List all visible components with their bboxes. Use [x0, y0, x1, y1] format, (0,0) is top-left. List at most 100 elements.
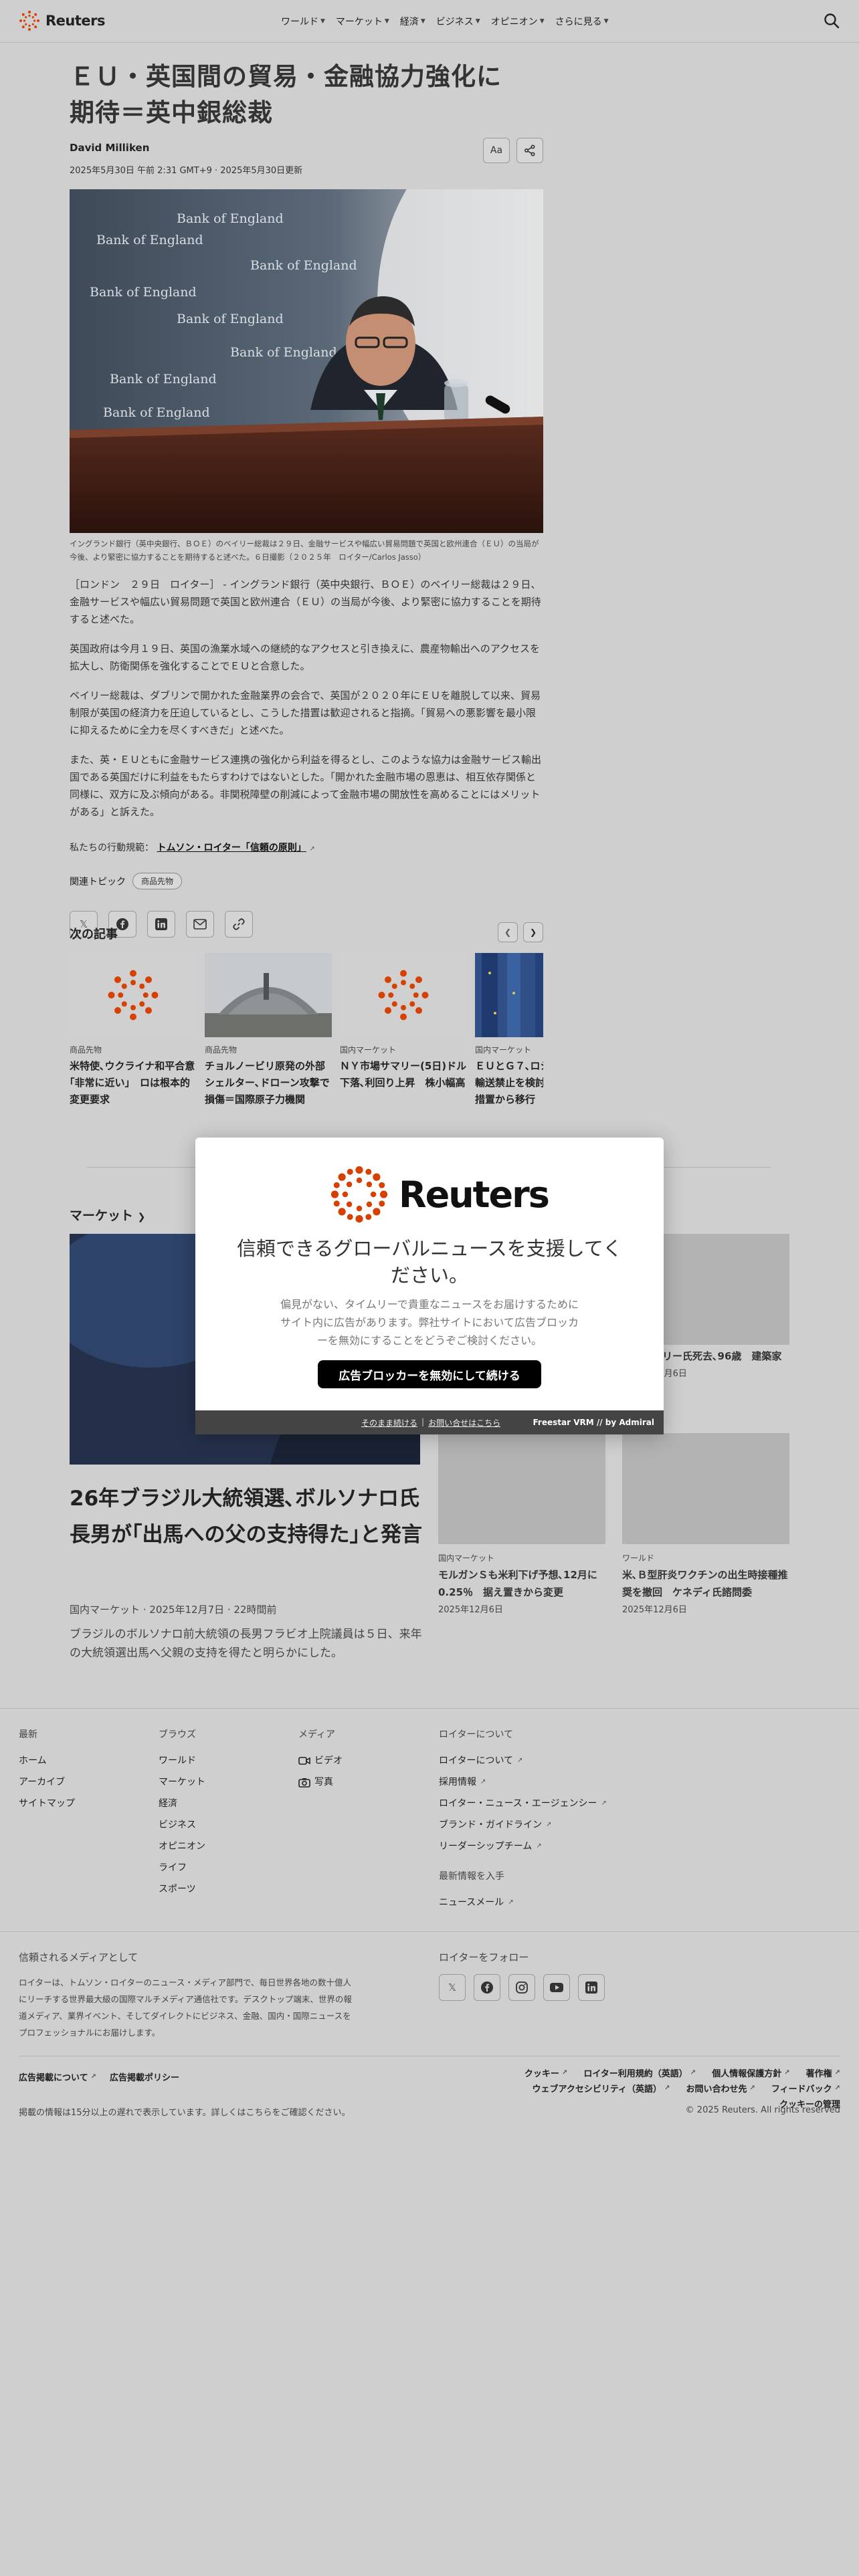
headline-line: 期待＝英中銀総裁: [70, 98, 273, 127]
follow-youtube-button[interactable]: [543, 1974, 570, 2001]
banner-text: Bank of England: [230, 345, 337, 360]
nav-more[interactable]: さらに見る ▼: [555, 15, 609, 28]
nav-label: ワールド: [281, 17, 318, 27]
legal-link[interactable]: 広告掲載について ↗: [19, 2070, 96, 2083]
external-link-icon: ↗: [561, 2069, 568, 2076]
footer-link[interactable]: マーケット: [159, 1772, 205, 1793]
disable-adblock-button[interactable]: 広告ブロッカーを無効にして続ける: [318, 1360, 541, 1388]
footer-link[interactable]: オピニオン: [159, 1836, 205, 1857]
next-article-card[interactable]: 商品先物 チョルノービリ原発の外部シェルター､ドローン攻撃で損傷＝国際原子力機関: [205, 953, 332, 1120]
next-article-card[interactable]: 国内マーケット ＥＵとＧ７､ロシア産原油上輸送禁止を検討 価格上限措置から移行: [475, 953, 543, 1120]
footer-link[interactable]: 経済: [159, 1793, 205, 1814]
follow-instagram-button[interactable]: [508, 1974, 535, 2001]
external-link-icon: ↗: [749, 2084, 755, 2092]
external-link-icon: ↗: [664, 2084, 670, 2092]
modal-logo-text: Reuters: [399, 1173, 550, 1216]
side-story-card[interactable]: 国内マーケット モルガンＳも米利下げ予想､12月に0.25％ 据え置きから変更 …: [438, 1433, 605, 1615]
lead-story-title[interactable]: 26年ブラジル大統領選､ボルソナロ氏長男が｢出馬への父の支持得た｣と発言: [70, 1481, 424, 1553]
newsletter-link[interactable]: ニュースメール ↗: [439, 1892, 607, 1913]
contact-link[interactable]: お問い合せはこちら: [428, 1417, 500, 1428]
legal-link[interactable]: フィードバック ↗: [771, 2082, 840, 2095]
footer-link[interactable]: ブランド・ガイドライン ↗: [439, 1814, 607, 1836]
footer-link[interactable]: アーカイブ: [19, 1772, 75, 1793]
footer-link-label: ロイターについて: [439, 1755, 514, 1766]
nav-opinion[interactable]: オピニオン ▼: [491, 15, 545, 28]
legal-link[interactable]: クッキー ↗: [524, 2066, 567, 2079]
footer-link[interactable]: ロイター・ニュース・エージェンシー ↗: [439, 1793, 607, 1814]
nav-markets[interactable]: マーケット ▼: [336, 15, 389, 28]
follow-facebook-button[interactable]: [474, 1974, 500, 2001]
continue-link[interactable]: そのまま続ける: [361, 1417, 417, 1428]
legal-link[interactable]: ロイター利用規約（英語） ↗: [583, 2066, 696, 2079]
external-link-icon: ↗: [517, 1757, 523, 1764]
external-link-icon: ↗: [508, 1899, 514, 1906]
article-dateline: 2025年5月30日 午前 2:31 GMT+9 · 2025年5月30日更新: [70, 166, 303, 176]
link-separator: |: [421, 1416, 425, 1426]
delay-notice[interactable]: 掲載の情報は15分以上の遅れで表示しています。詳しくはこちらをご確認ください。: [19, 2105, 350, 2118]
footer-link[interactable]: サイトマップ: [19, 1793, 75, 1814]
external-link-icon: ↗: [784, 2069, 790, 2076]
next-article-card[interactable]: 国内マーケット ＮＹ市場サマリー(5日)ドル下落､利回り上昇 株小幅高: [340, 953, 467, 1120]
card-title: 米特使､ウクライナ和平合意｢非常に近い｣ ロは根本的変更要求: [70, 1060, 195, 1105]
next-article-card[interactable]: 商品先物 米特使､ウクライナ和平合意｢非常に近い｣ ロは根本的変更要求: [70, 953, 197, 1120]
search-button[interactable]: [823, 12, 840, 29]
footer-link-video[interactable]: ビデオ: [298, 1750, 343, 1772]
follow-linkedin-button[interactable]: [578, 1974, 605, 2001]
legal-link[interactable]: ウェブアクセシビリティ（英語） ↗: [532, 2082, 670, 2095]
trust-heading: 信頼されるメディアとして: [19, 1951, 138, 1963]
markets-section-title[interactable]: マーケット ❯: [70, 1206, 145, 1224]
facebook-icon: [481, 1981, 493, 1994]
legal-link[interactable]: 広告掲載ポリシー: [110, 2070, 179, 2083]
side-story-card[interactable]: ワールド 米､Ｂ型肝炎ワクチンの出生時接種推奨を撤回 ケネディ氏諮問委 2025…: [622, 1433, 789, 1615]
chevron-right-icon: ❯: [529, 928, 537, 937]
footer-link-photos[interactable]: 写真: [298, 1772, 343, 1793]
carousel-next-button[interactable]: ❯: [523, 922, 543, 942]
legal-link-label: 著作権: [805, 2069, 832, 2079]
legal-link[interactable]: 個人情報保護方針 ↗: [712, 2066, 789, 2079]
banner-text: Bank of England: [177, 312, 284, 326]
footer-link[interactable]: 採用情報 ↗: [439, 1772, 607, 1793]
nav-business[interactable]: ビジネス ▼: [436, 15, 480, 28]
share-button[interactable]: [516, 138, 543, 163]
footer-divider: [0, 1708, 859, 1709]
legal-link-label: 広告掲載ポリシー: [110, 2073, 180, 2083]
nav-economy[interactable]: 経済 ▼: [400, 15, 425, 28]
footer-link-label: ビデオ: [314, 1755, 343, 1766]
nav-world[interactable]: ワールド ▼: [281, 15, 325, 28]
article-tools: Aa: [483, 138, 543, 163]
chevron-down-icon: ▼: [384, 18, 389, 25]
footer-link[interactable]: ライフ: [159, 1857, 205, 1879]
external-link-icon: ↗: [546, 1821, 552, 1828]
carousel-prev-button[interactable]: ❮: [498, 922, 518, 942]
footer-link[interactable]: ホーム: [19, 1750, 75, 1772]
legal-links-left: 広告掲載について ↗ 広告掲載ポリシー: [19, 2070, 179, 2083]
topic-chip[interactable]: 商品先物: [132, 873, 183, 889]
footer-link[interactable]: スポーツ: [159, 1879, 205, 1900]
legal-link-label: 広告掲載について: [19, 2073, 88, 2083]
legal-link[interactable]: 著作権 ↗: [806, 2066, 840, 2079]
legal-link[interactable]: お問い合わせ先 ↗: [686, 2082, 755, 2095]
legal-link-label: ウェブアクセシビリティ（英語）: [532, 2084, 662, 2095]
follow-x-button[interactable]: 𝕏: [439, 1974, 466, 2001]
side-story-kicker: ワールド: [622, 1553, 655, 1563]
modal-text: 偏見がない、タイムリーで貴重なニュースをお届けするためにサイト内に広告があります…: [280, 1298, 579, 1347]
instagram-icon: [516, 1981, 528, 1994]
text-size-button[interactable]: Aa: [483, 138, 510, 163]
external-link-icon: ↗: [834, 2084, 840, 2092]
footer-link[interactable]: ロイターについて ↗: [439, 1750, 607, 1772]
adblock-modal: Reuters 信頼できるグローバルニュースを支援してください。 偏見がない、タ…: [195, 1138, 664, 1434]
reuters-placeholder-icon: [378, 970, 429, 1021]
author-byline[interactable]: David Milliken: [70, 142, 543, 154]
reuters-logo[interactable]: Reuters: [19, 10, 106, 31]
footer-link[interactable]: ワールド: [159, 1750, 205, 1772]
footer-link[interactable]: ビジネス: [159, 1814, 205, 1836]
related-topics: 関連トピック 商品先物: [70, 873, 543, 889]
chernobyl-photo: [205, 953, 332, 1037]
footer-link[interactable]: リーダーシップチーム ↗: [439, 1836, 607, 1857]
trust-principles-link[interactable]: トムソン・ロイター「信頼の原則」: [157, 843, 306, 853]
youtube-icon: [550, 1983, 563, 1992]
nav-label: ビジネス: [436, 17, 474, 27]
x-icon: 𝕏: [448, 1981, 457, 1994]
trust-principles: 私たちの行動規範： トムソン・ロイター「信頼の原則」 ↗: [70, 841, 543, 854]
next-articles-title: 次の記事: [70, 928, 118, 942]
